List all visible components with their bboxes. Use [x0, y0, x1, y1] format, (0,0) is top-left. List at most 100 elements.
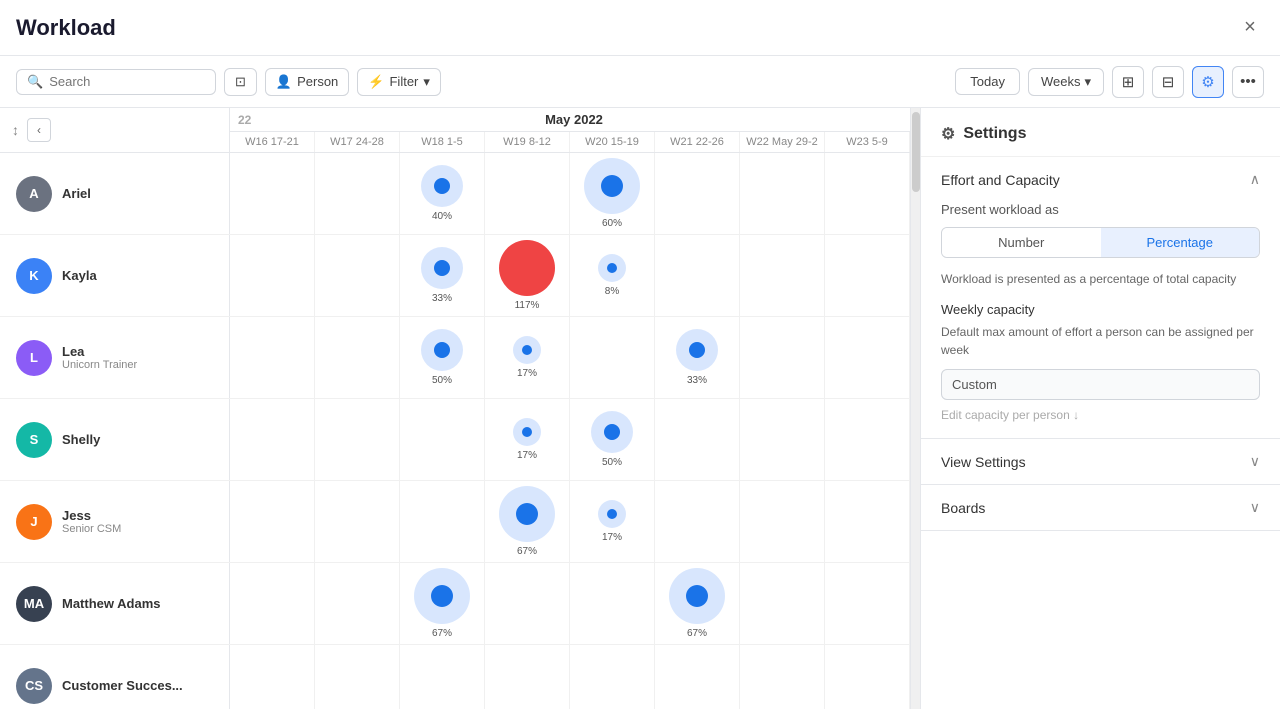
bubble-percentage: 40% — [432, 211, 452, 222]
settings-icon: ⚙ — [1201, 73, 1214, 91]
workload-bubble[interactable] — [591, 411, 633, 453]
settings-button[interactable]: ⚙ — [1192, 66, 1224, 98]
workload-cell-3-7[interactable] — [825, 399, 910, 480]
boards-header[interactable]: Boards ∨ — [921, 485, 1280, 530]
prev-nav-button[interactable]: ‹ — [27, 118, 51, 142]
workload-cell-3-2[interactable] — [400, 399, 485, 480]
workload-bubble[interactable] — [421, 329, 463, 371]
workload-cell-5-2[interactable]: 67% — [400, 563, 485, 644]
workload-cell-2-5[interactable]: 33% — [655, 317, 740, 398]
workload-cell-5-6[interactable] — [740, 563, 825, 644]
workload-cell-1-0[interactable] — [230, 235, 315, 316]
workload-cell-3-4[interactable]: 50% — [570, 399, 655, 480]
workload-cell-4-4[interactable]: 17% — [570, 481, 655, 562]
workload-cell-3-5[interactable] — [655, 399, 740, 480]
workload-bubble[interactable] — [421, 165, 463, 207]
workload-cell-1-7[interactable] — [825, 235, 910, 316]
workload-bubble[interactable] — [421, 247, 463, 289]
workload-cell-0-1[interactable] — [315, 153, 400, 234]
workload-cell-5-4[interactable] — [570, 563, 655, 644]
workload-bubble[interactable] — [676, 329, 718, 371]
workload-bubble[interactable] — [513, 418, 541, 446]
split-button[interactable]: ⊟ — [1152, 66, 1184, 98]
workload-cell-6-3[interactable] — [485, 645, 570, 709]
workload-cell-4-0[interactable] — [230, 481, 315, 562]
workload-cell-3-0[interactable] — [230, 399, 315, 480]
effort-section-header[interactable]: Effort and Capacity ∧ — [921, 157, 1280, 202]
workload-cell-4-2[interactable] — [400, 481, 485, 562]
scroll-thumb[interactable] — [912, 112, 920, 192]
boards-section: Boards ∨ — [921, 485, 1280, 531]
today-button[interactable]: Today — [955, 68, 1020, 95]
workload-cell-5-0[interactable] — [230, 563, 315, 644]
sort-icon[interactable]: ↕ — [12, 122, 19, 138]
workload-cell-6-4[interactable] — [570, 645, 655, 709]
custom-capacity-input[interactable] — [941, 369, 1260, 400]
workload-cell-5-1[interactable] — [315, 563, 400, 644]
workload-cell-2-2[interactable]: 50% — [400, 317, 485, 398]
workload-bubble[interactable] — [669, 568, 725, 624]
settings-panel: ⚙ Settings Effort and Capacity ∧ Present… — [920, 108, 1280, 709]
workload-cell-6-2[interactable] — [400, 645, 485, 709]
workload-bubble[interactable] — [414, 568, 470, 624]
view-settings-header[interactable]: View Settings ∨ — [921, 439, 1280, 484]
workload-cell-4-7[interactable] — [825, 481, 910, 562]
workload-cell-6-5[interactable] — [655, 645, 740, 709]
workload-cell-2-1[interactable] — [315, 317, 400, 398]
workload-cell-4-3[interactable]: 67% — [485, 481, 570, 562]
workload-cell-4-6[interactable] — [740, 481, 825, 562]
workload-cell-1-5[interactable] — [655, 235, 740, 316]
workload-cell-0-5[interactable] — [655, 153, 740, 234]
workload-cell-0-0[interactable] — [230, 153, 315, 234]
workload-cell-0-7[interactable] — [825, 153, 910, 234]
workload-bubble[interactable] — [598, 254, 626, 282]
workload-cell-0-2[interactable]: 40% — [400, 153, 485, 234]
workload-cell-2-0[interactable] — [230, 317, 315, 398]
search-box[interactable]: 🔍 — [16, 69, 216, 95]
table-row: CSCustomer Succes... — [0, 645, 910, 709]
workload-cell-6-6[interactable] — [740, 645, 825, 709]
weeks-button[interactable]: Weeks ▾ — [1028, 68, 1104, 96]
workload-bubble[interactable] — [499, 240, 555, 296]
workload-cell-0-6[interactable] — [740, 153, 825, 234]
workload-cell-3-3[interactable]: 17% — [485, 399, 570, 480]
number-toggle[interactable]: Number — [942, 228, 1101, 257]
workload-cell-1-4[interactable]: 8% — [570, 235, 655, 316]
filter-button[interactable]: ⚡ Filter ▾ — [357, 68, 441, 96]
workload-bubble[interactable] — [513, 336, 541, 364]
workload-cell-2-4[interactable] — [570, 317, 655, 398]
close-button[interactable]: × — [1236, 14, 1264, 42]
workload-cell-0-3[interactable] — [485, 153, 570, 234]
person-button[interactable]: 👤 Person — [265, 68, 349, 96]
scroll-track[interactable] — [910, 108, 920, 709]
bubble-container: 67% — [669, 568, 725, 639]
workload-cell-3-6[interactable] — [740, 399, 825, 480]
workload-cell-5-3[interactable] — [485, 563, 570, 644]
workload-cell-2-3[interactable]: 17% — [485, 317, 570, 398]
workload-cell-2-6[interactable] — [740, 317, 825, 398]
bubble-percentage: 33% — [687, 375, 707, 386]
workload-cell-4-5[interactable] — [655, 481, 740, 562]
workload-bubble[interactable] — [584, 158, 640, 214]
save-view-button[interactable]: ⊡ — [224, 68, 257, 96]
percentage-toggle[interactable]: Percentage — [1101, 228, 1260, 257]
workload-cell-5-5[interactable]: 67% — [655, 563, 740, 644]
workload-cell-3-1[interactable] — [315, 399, 400, 480]
person-name: Shelly — [62, 432, 100, 447]
workload-cell-1-3[interactable]: 117% — [485, 235, 570, 316]
workload-cell-1-2[interactable]: 33% — [400, 235, 485, 316]
workload-cell-4-1[interactable] — [315, 481, 400, 562]
workload-cell-6-7[interactable] — [825, 645, 910, 709]
workload-cell-6-0[interactable] — [230, 645, 315, 709]
workload-cell-6-1[interactable] — [315, 645, 400, 709]
search-input[interactable] — [49, 74, 205, 89]
export-button[interactable]: ⊞ — [1112, 66, 1144, 98]
workload-cell-2-7[interactable] — [825, 317, 910, 398]
workload-bubble[interactable] — [598, 500, 626, 528]
workload-cell-1-6[interactable] — [740, 235, 825, 316]
workload-cell-1-1[interactable] — [315, 235, 400, 316]
workload-bubble[interactable] — [499, 486, 555, 542]
workload-cell-5-7[interactable] — [825, 563, 910, 644]
more-button[interactable]: ••• — [1232, 66, 1264, 98]
workload-cell-0-4[interactable]: 60% — [570, 153, 655, 234]
